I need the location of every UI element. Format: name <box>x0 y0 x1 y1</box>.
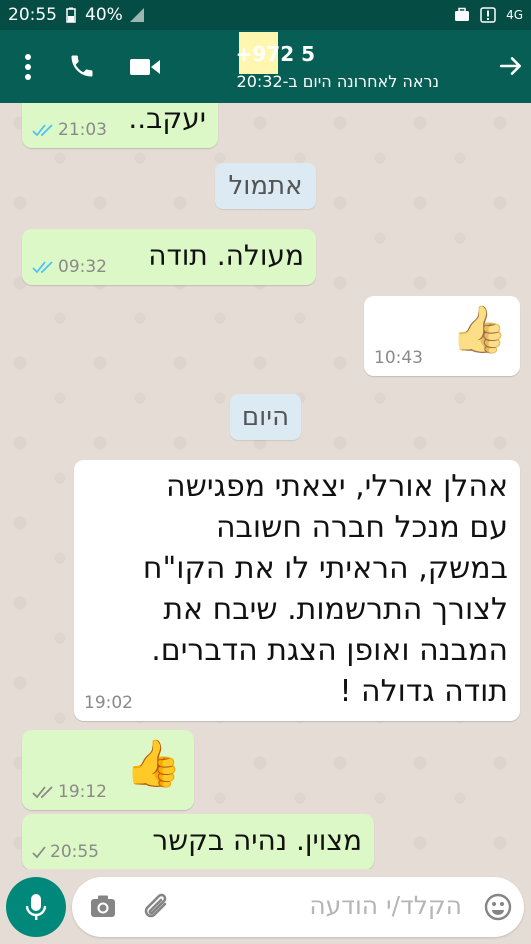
message-time: 19:12 <box>58 782 107 802</box>
message-line: המבנה ואופן הצגת הדברים. <box>151 633 508 668</box>
status-right: 4G <box>454 7 523 23</box>
message-time: 20:55 <box>50 842 99 862</box>
message-bubble-outgoing[interactable]: יעקב.. 21:03 <box>22 103 218 148</box>
emoji-icon[interactable] <box>484 893 512 921</box>
message-meta: 19:02 <box>84 693 133 713</box>
video-icon[interactable] <box>129 55 161 79</box>
thumbs-up-emoji: 👍 <box>124 736 182 790</box>
chat-area[interactable]: יעקב.. 21:03 אתמול מעולה. תודה 09:32 👍 1… <box>0 103 531 869</box>
message-body: אהלן אורלי, יצאתי מפגישה עם מנכל חברה חש… <box>143 466 508 712</box>
double-check-icon <box>32 786 53 799</box>
message-meta: 09:32 <box>32 257 107 277</box>
message-text: יעקב.. <box>128 103 206 135</box>
message-line: לצורך התרשמות. שיבח את <box>163 592 508 627</box>
status-time: 20:55 <box>8 5 57 25</box>
battery-icon <box>66 7 76 23</box>
thumbs-up-emoji: 👍 <box>450 302 508 356</box>
phone-icon[interactable] <box>68 52 96 80</box>
message-text: מעולה. תודה <box>148 239 304 272</box>
message-bubble-incoming[interactable]: אהלן אורלי, יצאתי מפגישה עם מנכל חברה חש… <box>74 460 520 721</box>
status-left: 20:55 40% <box>8 5 145 25</box>
message-time: 10:43 <box>374 348 423 368</box>
message-bubble-outgoing[interactable]: 👍 19:12 <box>22 730 194 810</box>
message-time: 21:03 <box>58 120 107 140</box>
notification-alert-icon <box>480 7 496 23</box>
single-check-icon <box>32 846 46 859</box>
message-time: 09:32 <box>58 257 107 277</box>
message-bubble-incoming[interactable]: 👍 10:43 <box>364 296 520 376</box>
mic-button[interactable] <box>6 877 66 937</box>
signal-icon <box>129 8 144 22</box>
message-input-placeholder: הקלד/י הודעה <box>309 891 462 920</box>
message-meta: 21:03 <box>32 120 107 140</box>
camera-icon[interactable] <box>90 894 116 918</box>
chat-header: +972 5 נראה לאחרונה היום ב-20:32 <box>0 30 531 103</box>
network-type: 4G <box>506 8 523 22</box>
briefcase-icon <box>455 7 470 21</box>
double-check-read-icon <box>32 261 53 274</box>
mic-icon <box>25 894 47 920</box>
battery-percent: 40% <box>85 5 123 25</box>
message-line: עם מנכל חברה חשובה <box>215 510 508 545</box>
message-bubble-outgoing[interactable]: מעולה. תודה 09:32 <box>22 229 316 285</box>
contact-name[interactable]: +972 5 <box>236 42 315 66</box>
message-time: 19:02 <box>84 693 133 713</box>
message-meta: 20:55 <box>32 842 99 862</box>
date-separator-today: היום <box>230 394 301 440</box>
more-vert-icon[interactable] <box>24 52 32 82</box>
status-bar: 20:55 40% 4G <box>0 0 531 30</box>
message-line: תודה גדולה ! <box>339 674 508 709</box>
message-line: אהלן אורלי, יצאתי מפגישה <box>166 469 508 504</box>
message-text: מצוין. נהיה בקשר <box>152 824 362 857</box>
message-line: במשק, הראיתי לו את הקו"ח <box>142 551 508 586</box>
message-meta: 19:12 <box>32 782 107 802</box>
double-check-read-icon <box>32 124 53 137</box>
back-arrow-icon[interactable] <box>498 53 524 79</box>
date-separator-yesterday: אתמול <box>215 163 316 209</box>
message-input[interactable]: הקלד/י הודעה <box>72 877 524 937</box>
paperclip-icon[interactable] <box>142 891 172 923</box>
message-bubble-outgoing[interactable]: מצוין. נהיה בקשר 20:55 <box>22 814 374 869</box>
message-meta: 10:43 <box>374 348 423 368</box>
contact-last-seen: נראה לאחרונה היום ב-20:32 <box>236 72 439 91</box>
